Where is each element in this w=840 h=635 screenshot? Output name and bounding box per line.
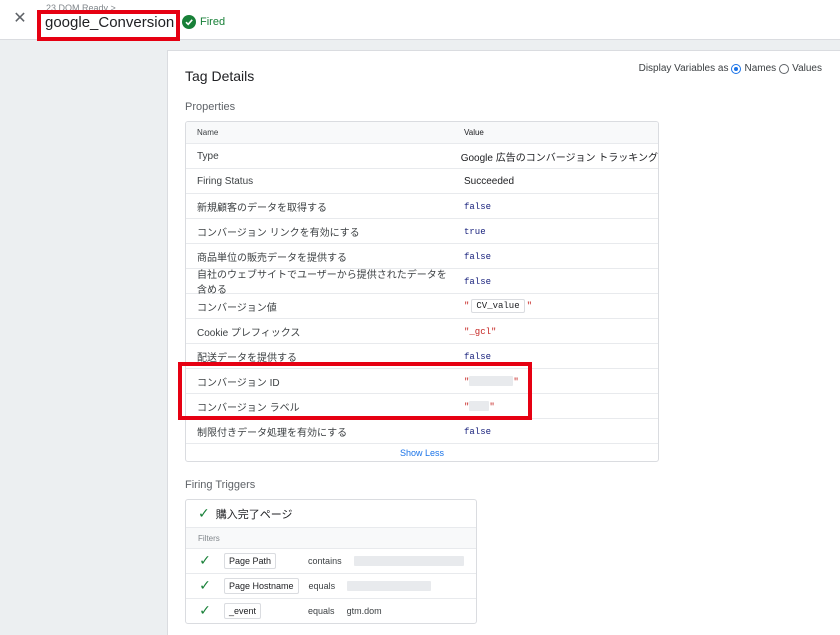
row-value: true bbox=[464, 226, 486, 237]
table-row: コンバージョン値 " CV_value " bbox=[186, 293, 658, 318]
redacted-value bbox=[353, 556, 464, 566]
row-name: 自社のウェブサイトでユーザーから提供されたデータを含める bbox=[197, 270, 447, 296]
table-row: Firing Status Succeeded bbox=[186, 168, 658, 193]
check-icon: ✓ bbox=[198, 505, 210, 522]
row-name: コンバージョン リンクを有効にする bbox=[197, 227, 360, 239]
table-row: Type Google 広告のコンバージョン トラッキング bbox=[186, 143, 658, 168]
display-variables-toggle: Display Variables as Names Values bbox=[639, 63, 822, 74]
row-value: Succeeded bbox=[464, 175, 515, 187]
filter-row: ✓ Page Path contains bbox=[186, 548, 476, 573]
close-icon[interactable]: ✕ bbox=[12, 10, 28, 26]
status-label: Fired bbox=[200, 16, 226, 28]
filters-label: Filters bbox=[186, 528, 476, 548]
quote-open: " bbox=[464, 301, 470, 311]
quote-close: " bbox=[526, 301, 533, 311]
column-header-name: Name bbox=[197, 128, 219, 137]
row-value: false bbox=[464, 276, 492, 287]
table-row: 制限付きデータ処理を有効にする false bbox=[186, 418, 658, 443]
row-name: 商品単位の販売データを提供する bbox=[197, 252, 347, 264]
filter-value: gtm.dom bbox=[346, 606, 382, 616]
radio-values[interactable] bbox=[779, 63, 790, 74]
row-name: コンバージョン値 bbox=[197, 302, 277, 314]
tag-details-card: Tag Details Display Variables as Names V… bbox=[167, 50, 840, 635]
firing-trigger-card: ✓ 購入完了ページ Filters ✓ Page Path contains ✓… bbox=[185, 499, 477, 624]
variable-chip[interactable]: CV_value bbox=[471, 299, 525, 313]
row-name: Type bbox=[197, 150, 219, 162]
check-circle-icon bbox=[182, 15, 196, 29]
radio-values-label[interactable]: Values bbox=[792, 63, 822, 74]
radio-names[interactable] bbox=[731, 63, 742, 74]
row-name: Cookie プレフィックス bbox=[197, 327, 301, 339]
table-header: Name Value bbox=[186, 122, 658, 143]
row-name: 制限付きデータ処理を有効にする bbox=[197, 427, 348, 439]
row-value: false bbox=[464, 251, 492, 262]
trigger-header[interactable]: ✓ 購入完了ページ bbox=[186, 500, 476, 528]
row-value: Google 広告のコンバージョン トラッキング bbox=[460, 152, 658, 164]
table-row: Cookie プレフィックス "_gcl" bbox=[186, 318, 658, 343]
redacted-value bbox=[347, 581, 432, 591]
status-badge: Fired bbox=[182, 14, 225, 30]
trigger-name: 購入完了ページ bbox=[215, 508, 293, 521]
highlight-box-conversion-id-label bbox=[178, 362, 532, 420]
filter-operator: contains bbox=[308, 556, 342, 566]
row-value: "_gcl" bbox=[464, 326, 497, 337]
check-icon: ✓ bbox=[199, 578, 211, 594]
table-row: 自社のウェブサイトでユーザーから提供されたデータを含める false bbox=[186, 268, 658, 296]
row-value: false bbox=[464, 426, 492, 437]
filter-row: ✓ _event equals gtm.dom bbox=[186, 598, 476, 623]
filter-variable-chip[interactable]: Page Hostname bbox=[224, 578, 299, 594]
show-less-link[interactable]: Show Less bbox=[186, 443, 658, 461]
row-value: false bbox=[464, 201, 492, 212]
check-icon: ✓ bbox=[199, 603, 211, 619]
table-row: コンバージョン リンクを有効にする true bbox=[186, 218, 658, 243]
row-value: false bbox=[464, 351, 492, 362]
filter-operator: equals bbox=[308, 606, 335, 616]
table-row: 新規顧客のデータを取得する false bbox=[186, 193, 658, 218]
highlight-box-tag-name bbox=[37, 10, 180, 41]
filter-variable-chip[interactable]: _event bbox=[224, 603, 262, 619]
filter-variable-chip[interactable]: Page Path bbox=[224, 553, 277, 569]
check-icon: ✓ bbox=[199, 553, 211, 569]
row-name: 新規顧客のデータを取得する bbox=[197, 202, 327, 214]
table-row: 商品単位の販売データを提供する false bbox=[186, 243, 658, 268]
column-header-value: Value bbox=[464, 128, 484, 137]
firing-triggers-label: Firing Triggers bbox=[185, 479, 256, 491]
filter-row: ✓ Page Hostname equals bbox=[186, 573, 476, 598]
display-variables-label: Display Variables as bbox=[638, 63, 729, 74]
card-title: Tag Details bbox=[185, 68, 255, 84]
properties-label: Properties bbox=[185, 101, 236, 113]
row-name: Firing Status bbox=[197, 175, 254, 187]
radio-names-label[interactable]: Names bbox=[744, 63, 776, 74]
filter-operator: equals bbox=[308, 581, 336, 591]
